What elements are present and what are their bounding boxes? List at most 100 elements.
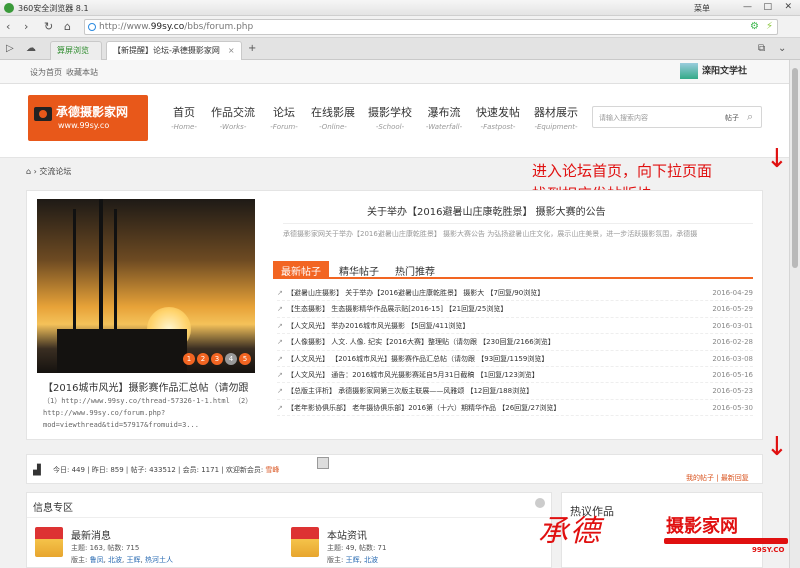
nav-works[interactable]: 作品交流 -Works-	[211, 104, 255, 131]
stats-text: 今日: 449 | 昨日: 859 | 帖子: 433512 | 会员: 117…	[53, 466, 280, 474]
brand-link[interactable]: 滦阳文学社	[680, 63, 747, 79]
featured-caption[interactable]: 【2016城市风光】摄影赛作品汇总帖（请勿跟	[43, 379, 253, 394]
camera-icon	[34, 107, 52, 121]
tab-split-browse[interactable]: 算屏浏览	[50, 41, 102, 60]
brand-logo-icon	[680, 63, 698, 79]
featured-links: （1）http://www.99sy.co/thread-57326-1-1.h…	[43, 397, 253, 429]
cloud-icon[interactable]: ☁	[26, 43, 36, 54]
close-icon[interactable]: ✕	[784, 2, 792, 12]
pin-icon: ↗	[277, 338, 283, 347]
tab-list-icon[interactable]: ⧉	[758, 43, 765, 54]
post-list: ↗ 【避暑山庄摄影】 关于举办【2016避暑山庄康乾胜景】 摄影大 【7回复/90…	[277, 285, 753, 417]
sidebar-toggle-icon[interactable]: ▷	[6, 43, 14, 54]
list-item[interactable]: ↗ 【人文风光】 通告：2016城市风光摄影赛延自5月31日截稿 【1回复/123…	[277, 367, 753, 384]
pin-icon: ↗	[277, 321, 283, 330]
list-item[interactable]: ↗ 【人像摄影】 人文. 人像. 纪实【2016大赛】整理贴（请勿跟 【230回复…	[277, 334, 753, 351]
pager-dot[interactable]: 5	[239, 353, 251, 365]
moderator-link[interactable]: 北波	[108, 556, 122, 564]
search-scope-select[interactable]: 帖子	[725, 113, 739, 123]
nav-forum[interactable]: 论坛 -Forum-	[262, 104, 306, 131]
tab-latest-posts[interactable]: 最新帖子	[273, 261, 329, 279]
tab-forum[interactable]: 【新提醒】论坛-承德摄影家网 ×	[106, 41, 242, 60]
tab-close-icon[interactable]: ×	[228, 46, 235, 55]
new-tab-icon[interactable]: +	[248, 43, 256, 54]
tab-menu-icon[interactable]: ⌄	[778, 43, 786, 54]
down-arrow-icon: ↓	[766, 144, 788, 174]
maximize-icon[interactable]: □	[763, 2, 772, 12]
home-icon[interactable]: ⌂	[26, 167, 31, 176]
pager-dot[interactable]: 2	[197, 353, 209, 365]
pager-dot[interactable]: 4	[225, 353, 237, 365]
nav-school[interactable]: 摄影学校 -School-	[368, 104, 412, 131]
scrollbar[interactable]	[789, 60, 800, 568]
forum-moderators: 版主: 鲁凤, 北波, 王辉, 热河土人	[71, 556, 173, 564]
home-icon[interactable]: ⌂	[64, 20, 71, 33]
divider	[27, 517, 551, 518]
pin-icon: ↗	[277, 370, 283, 379]
nav-equipment[interactable]: 器材展示 -Equipment-	[534, 104, 578, 131]
my-posts-link[interactable]: 我的帖子	[686, 474, 714, 482]
quick-links: 我的帖子 | 最新回复	[686, 474, 749, 482]
moderator-link[interactable]: 鲁凤	[90, 556, 104, 564]
tab-label: 算屏浏览	[57, 46, 89, 55]
announcement-title[interactable]: 关于举办【2016避暑山庄康乾胜景】 摄影大赛的公告	[367, 203, 606, 218]
nav-waterfall[interactable]: 瀑布流 -Waterfall-	[422, 104, 466, 131]
list-item[interactable]: ↗ 【人文风光】 举办2016城市风光摄影 【5回复/411浏览】 2016-03-…	[277, 318, 753, 335]
forum-title-site-news[interactable]: 本站资讯	[327, 527, 367, 542]
site-topbar: 设为首页 收藏本站 滦阳文学社	[0, 60, 789, 84]
breadcrumb-forum[interactable]: 交流论坛	[39, 167, 71, 176]
forum-stats: 主题: 49, 帖数: 71	[327, 544, 387, 552]
forum-moderators: 版主: 王辉, 北波	[327, 556, 379, 564]
favorite-link[interactable]: 收藏本站	[66, 67, 98, 78]
watermark-stroke	[664, 538, 788, 544]
featured-photo[interactable]: 12345	[37, 199, 255, 373]
shield-icon[interactable]: ⚙	[750, 21, 759, 32]
lightning-icon[interactable]: ⚡	[766, 21, 773, 32]
scrollbar-thumb[interactable]	[792, 68, 798, 268]
search-input[interactable]: 请输入搜索内容	[599, 113, 648, 123]
set-home-link[interactable]: 设为首页	[30, 67, 62, 78]
url-text: http://www.99sy.co/bbs/forum.php	[99, 22, 254, 32]
minimize-icon[interactable]: —	[743, 2, 752, 12]
web-page: 设为首页 收藏本站 滦阳文学社 承德摄影家网 www.99sy.co 首页 -Ho…	[0, 60, 789, 568]
announcement-summary: 承德摄影家网关于举办【2016避暑山庄康乾胜景】 摄影大赛公告 为弘扬避暑山庄文…	[283, 223, 753, 239]
pin-icon: ↗	[277, 289, 283, 297]
forum-stats-bar: ▟ 今日: 449 | 昨日: 859 | 帖子: 433512 | 会员: 1…	[26, 454, 763, 484]
moderator-link[interactable]: 北波	[364, 556, 378, 564]
url-input[interactable]: http://www.99sy.co/bbs/forum.php ⚙ ⚡	[84, 19, 778, 35]
list-item[interactable]: ↗ 【人文风光】 【2016城市风光】摄影赛作品汇总帖（请勿跟 【93回复/115…	[277, 351, 753, 367]
pager-dot[interactable]: 3	[211, 353, 223, 365]
tab-featured-posts[interactable]: 精华帖子	[331, 261, 387, 279]
tab-hot-posts[interactable]: 热门推荐	[387, 261, 443, 279]
nav-fastpost[interactable]: 快速发帖 -Fastpost-	[476, 104, 520, 131]
list-item[interactable]: ↗ 【老年影协俱乐部】 老年摄协俱乐部】2016第（十六）期精华作品 【26回复/…	[277, 400, 753, 417]
forum-stats: 主题: 163, 帖数: 715	[71, 544, 140, 552]
site-header: 承德摄影家网 www.99sy.co 首页 -Home- 作品交流 -Works- …	[0, 84, 789, 158]
list-item[interactable]: ↗ 【生态摄影】 生态摄影精华作品展示贴[2016-15] 【21回复/25浏览】…	[277, 301, 753, 318]
search-icon[interactable]: ⌕	[747, 110, 753, 124]
new-member-link[interactable]: 雪峰	[265, 466, 279, 474]
nav-online[interactable]: 在线影展 -Online-	[311, 104, 355, 131]
list-item[interactable]: ↗ 【避暑山庄摄影】 关于举办【2016避暑山庄康乾胜景】 摄影大 【7回复/90…	[277, 285, 753, 302]
search-box[interactable]: 请输入搜索内容 帖子 ⌕	[592, 106, 762, 128]
forward-icon[interactable]: ›	[24, 20, 28, 33]
menu-button[interactable]: 菜单	[694, 3, 710, 14]
stats-icon: ▟	[33, 465, 41, 476]
pin-icon: ↗	[277, 354, 283, 363]
tab-strip: ▷ ☁ 算屏浏览 【新提醒】论坛-承德摄影家网 × + ⧉ ⌄	[0, 38, 800, 60]
latest-replies-link[interactable]: 最新回复	[721, 474, 749, 482]
moderator-link[interactable]: 王辉	[346, 556, 360, 564]
forum-title-news[interactable]: 最新消息	[71, 527, 111, 542]
refresh-icon[interactable]: ↻	[44, 20, 53, 33]
pin-icon: ↗	[277, 305, 283, 314]
info-section: 信息专区 最新消息 主题: 163, 帖数: 715 版主: 鲁凤, 北波, 王…	[26, 492, 552, 568]
back-icon[interactable]: ‹	[6, 20, 10, 33]
nav-home[interactable]: 首页 -Home-	[162, 104, 206, 131]
moderator-link[interactable]: 王辉	[127, 556, 141, 564]
moderator-link[interactable]: 热河土人	[145, 556, 173, 564]
down-arrow-icon: ↓	[766, 432, 788, 462]
list-item[interactable]: ↗ 【总版主评析】 承德摄影家网第三次版主联展——风雅颂 【12回复/188浏览】…	[277, 383, 753, 400]
pager-dot[interactable]: 1	[183, 353, 195, 365]
site-logo[interactable]: 承德摄影家网 www.99sy.co	[28, 95, 148, 141]
section-title: 信息专区	[33, 503, 73, 514]
